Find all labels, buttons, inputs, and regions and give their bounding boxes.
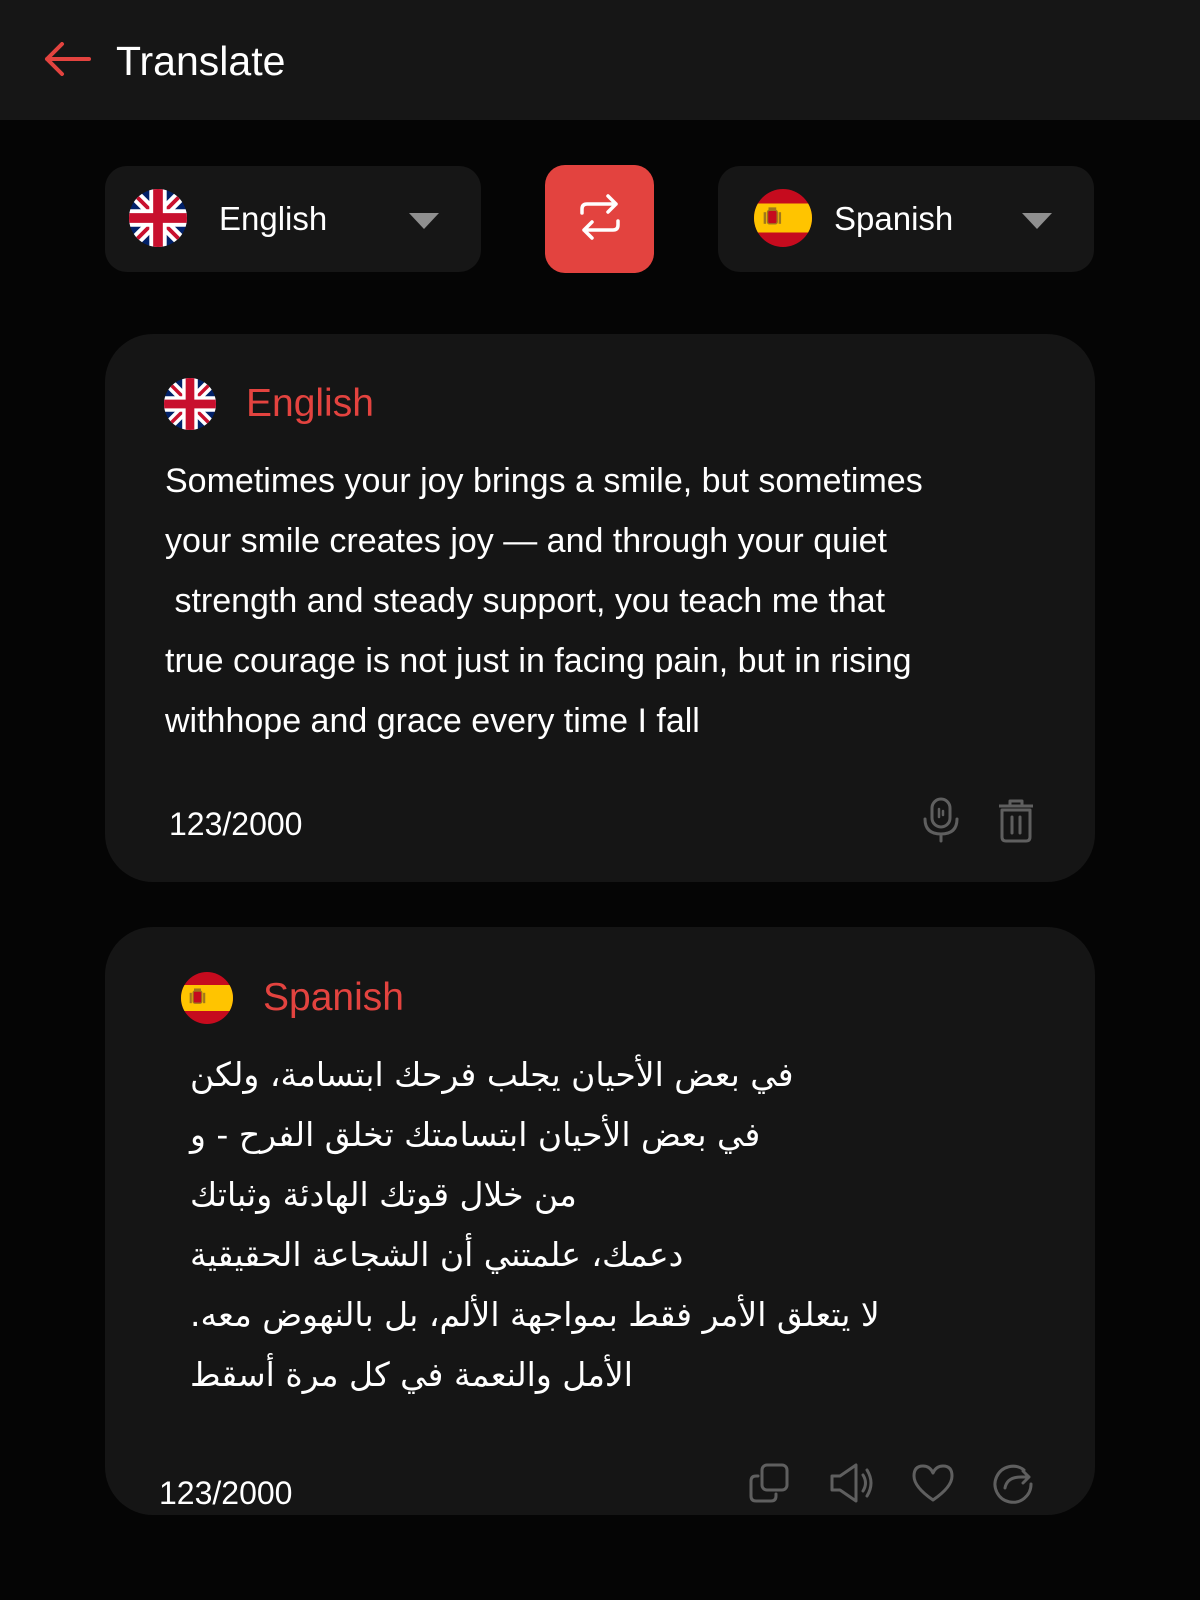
heart-icon [911, 1463, 955, 1503]
uk-flag-icon [164, 378, 216, 430]
top-bar: Translate [0, 0, 1200, 120]
source-text-card: English Sometimes your joy brings a smil… [105, 334, 1095, 882]
target-card-header: Spanish [181, 972, 404, 1024]
source-text-line: strength and steady support, you teach m… [165, 582, 886, 620]
translated-text-line: لا يتعلق الأمر فقط بمواجهة الألم، بل بال… [190, 1295, 880, 1334]
caret-down-icon [1020, 211, 1054, 231]
source-text-line: true courage is not just in facing pain,… [165, 642, 912, 680]
translated-text-line: من خلال قوتك الهادئة وثباتك [190, 1175, 577, 1214]
translated-text-line: في بعض الأحيان ابتسامتك تخلق الفرح - و [190, 1115, 761, 1154]
spain-flag-icon [754, 189, 812, 247]
uk-flag-icon [129, 189, 187, 247]
source-card-header: English [164, 378, 374, 430]
target-language-name: Spanish [263, 976, 404, 1019]
source-char-counter: 123/2000 [169, 806, 303, 842]
share-button[interactable] [989, 1459, 1037, 1507]
page-title: Translate [116, 38, 286, 84]
source-language-dropdown[interactable]: English [105, 166, 481, 272]
speak-button[interactable] [827, 1459, 875, 1507]
translated-text-line: دعمك، علمتني أن الشجاعة الحقيقية [190, 1235, 684, 1274]
translated-text: في بعض الأحيان يجلب فرحك ابتسامة، ولكن ف… [190, 1045, 990, 1405]
clear-text-button[interactable] [992, 796, 1040, 844]
translated-text-line: في بعض الأحيان يجلب فرحك ابتسامة، ولكن [190, 1055, 794, 1094]
target-char-counter: 123/2000 [159, 1475, 293, 1511]
spain-flag-icon [181, 972, 233, 1024]
source-language-name: English [246, 382, 374, 425]
copy-icon [748, 1462, 790, 1504]
source-text-line: your smile creates joy — and through you… [165, 522, 887, 560]
trash-icon [996, 797, 1036, 843]
translation-result-card: Spanish في بعض الأحيان يجلب فرحك ابتسامة… [105, 927, 1095, 1515]
microphone-button[interactable] [917, 796, 965, 844]
target-language-label: Spanish [834, 200, 954, 237]
caret-down-icon [407, 211, 441, 231]
copy-button[interactable] [745, 1459, 793, 1507]
swap-languages-button[interactable] [545, 165, 654, 273]
target-language-dropdown[interactable]: Spanish [718, 166, 1094, 272]
arrow-left-icon [43, 41, 91, 81]
share-icon [992, 1462, 1034, 1504]
source-text-line: withhope and grace every time I fall [165, 702, 700, 740]
swap-arrows-icon [578, 193, 622, 246]
microphone-icon [921, 797, 961, 843]
source-text-input[interactable]: Sometimes your joy brings a smile, but s… [165, 451, 1045, 751]
favorite-button[interactable] [909, 1459, 957, 1507]
source-language-label: English [219, 200, 328, 237]
translated-text-line: الأمل والنعمة في كل مرة أسقط [190, 1355, 633, 1394]
back-button[interactable] [38, 36, 96, 86]
speaker-icon [829, 1462, 873, 1504]
source-text-line: Sometimes your joy brings a smile, but s… [165, 462, 923, 500]
